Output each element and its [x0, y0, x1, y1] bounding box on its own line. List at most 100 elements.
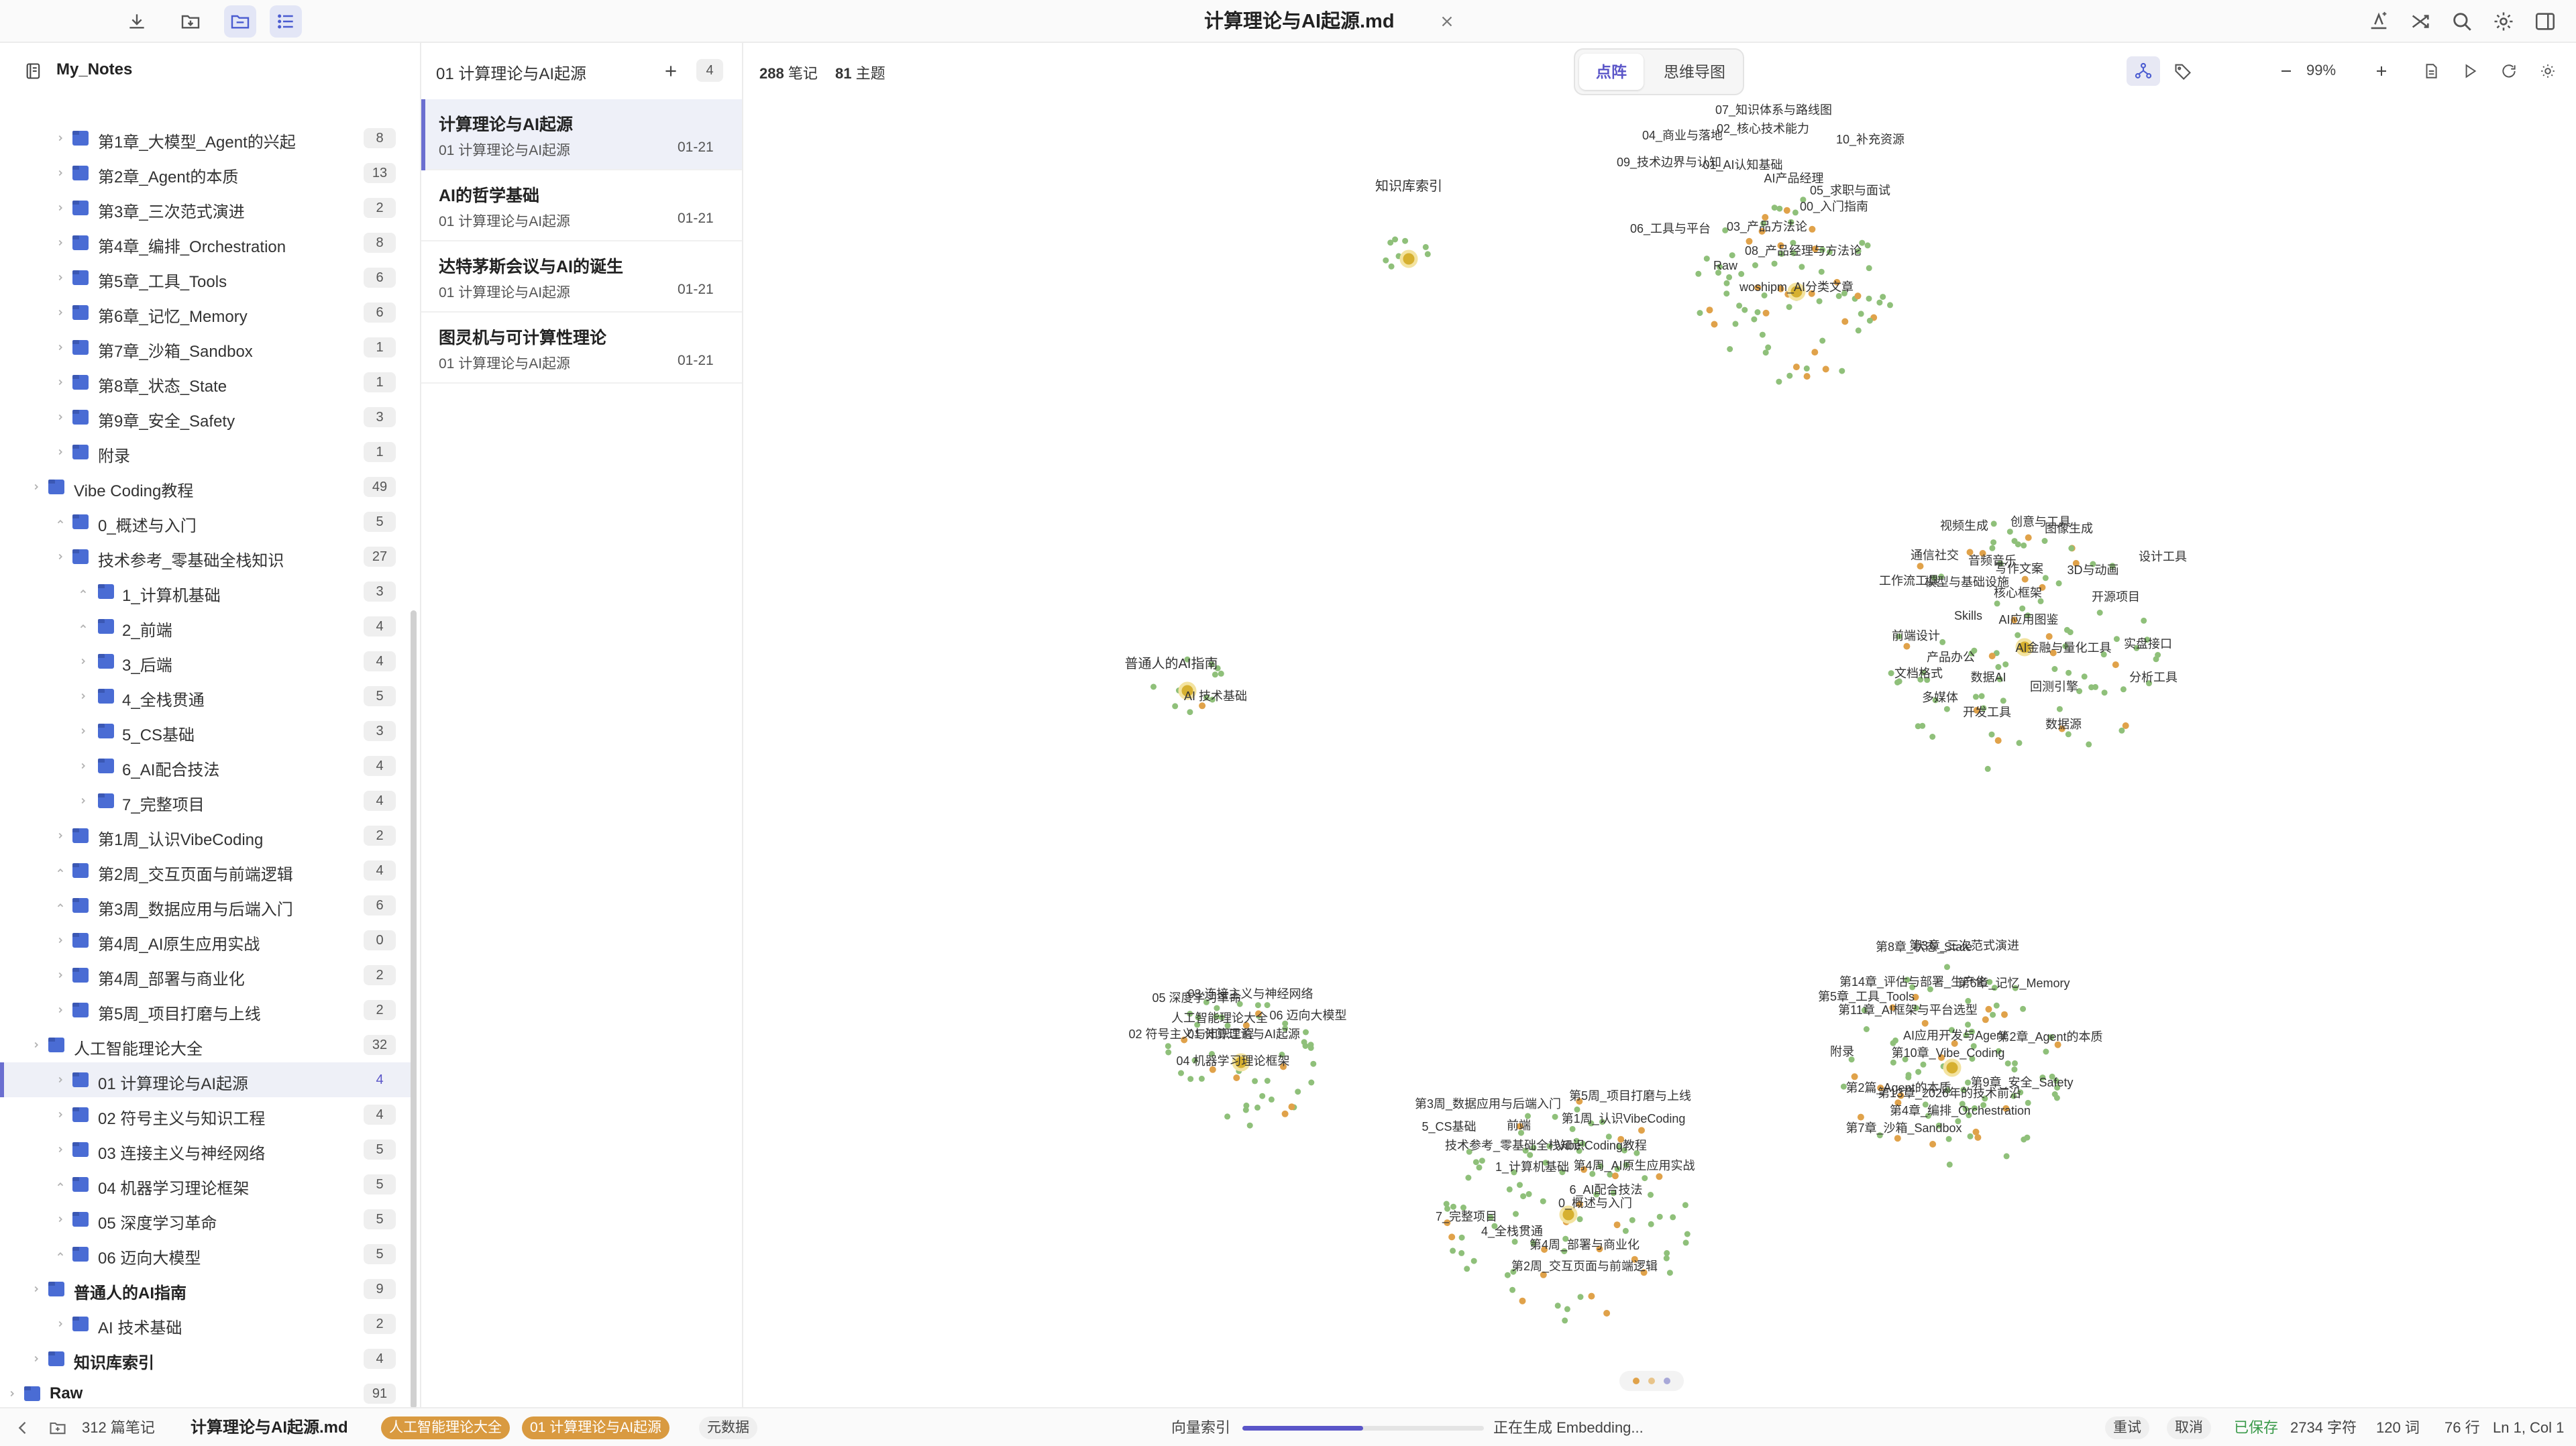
- sidebar-item[interactable]: 附录 1: [0, 435, 412, 469]
- graph-cluster[interactable]: 普通人的AI指南 AI 技术基础: [1125, 656, 1247, 716]
- search-icon[interactable]: [2446, 5, 2478, 38]
- graph-node[interactable]: [1994, 737, 2002, 744]
- graph-node[interactable]: [1946, 1161, 1953, 1168]
- zoom-in-button[interactable]: [2367, 56, 2396, 86]
- graph-node[interactable]: [1622, 1227, 1629, 1234]
- sidebar-item[interactable]: 2_前端 4: [0, 609, 412, 644]
- graph-node[interactable]: [1509, 1286, 1516, 1293]
- sidebar-item[interactable]: 5_CS基础 3: [0, 714, 412, 748]
- graph-node[interactable]: [1554, 1302, 1561, 1309]
- graph-node[interactable]: [1172, 703, 1179, 710]
- graph-node[interactable]: [1506, 1186, 1513, 1192]
- graph-node[interactable]: [1611, 1172, 1619, 1180]
- sidebar-item[interactable]: 第1章_大模型_Agent的兴起 8: [0, 121, 412, 156]
- sidebar-item[interactable]: 01 计算理论与AI起源 4: [0, 1062, 412, 1097]
- graph-node[interactable]: [1965, 1021, 1971, 1028]
- graph-node[interactable]: [1656, 1213, 1663, 1220]
- graph-node[interactable]: [1448, 1233, 1456, 1241]
- chevron-right-icon[interactable]: [54, 295, 67, 330]
- graph-node[interactable]: [1990, 520, 1997, 527]
- graph-node[interactable]: [2025, 534, 2032, 541]
- graph-cluster[interactable]: 视频生成 创意与工具图像生成通信社交 音频音乐 设计工具写作文案 3D与动画工作流工具模…: [1879, 515, 2187, 772]
- graph-node[interactable]: [1917, 563, 1924, 570]
- graph-node[interactable]: [2118, 727, 2125, 734]
- graph-node[interactable]: [1264, 1078, 1271, 1084]
- sidebar-item[interactable]: 第3章_三次范式演进 2: [0, 190, 412, 225]
- graph-node[interactable]: [2086, 741, 2092, 748]
- tab-dot-matrix[interactable]: 点阵: [1579, 54, 1644, 90]
- graph-node[interactable]: [2015, 541, 2021, 548]
- graph-node[interactable]: [1920, 1061, 1927, 1068]
- sidebar-item[interactable]: 第4章_编排_Orchestration 8: [0, 225, 412, 260]
- graph-node[interactable]: [1178, 1070, 1184, 1076]
- graph-node[interactable]: [1422, 243, 1429, 250]
- chevron-right-icon[interactable]: [30, 1027, 43, 1062]
- graph-node[interactable]: [1723, 280, 1730, 286]
- chevron-up-icon[interactable]: [54, 888, 67, 923]
- graph-node[interactable]: [1864, 242, 1871, 249]
- graph-node[interactable]: [1684, 1231, 1690, 1237]
- graph-node[interactable]: [1695, 270, 1702, 277]
- graph-node[interactable]: [1402, 237, 1409, 244]
- graph-node[interactable]: [1786, 304, 1792, 311]
- chevron-right-icon[interactable]: [54, 190, 67, 225]
- chevron-right-icon[interactable]: [54, 365, 67, 400]
- graph-node[interactable]: [1816, 298, 1823, 304]
- metadata-button[interactable]: 元数据: [699, 1416, 757, 1439]
- graph-node[interactable]: [2004, 1060, 2011, 1067]
- graph-node[interactable]: [1752, 262, 1758, 268]
- graph-node[interactable]: [2015, 632, 2021, 638]
- sidebar-item[interactable]: 05 深度学习革命 5: [0, 1202, 412, 1237]
- graph-node[interactable]: [1994, 600, 2000, 607]
- graph-node[interactable]: [1921, 1019, 1929, 1027]
- graph-node[interactable]: [1989, 545, 1996, 551]
- chevron-right-icon[interactable]: [30, 469, 43, 504]
- graph-node[interactable]: [2019, 605, 2026, 612]
- chevron-right-icon[interactable]: [76, 714, 90, 748]
- graph-node[interactable]: [1988, 653, 1996, 660]
- graph-node[interactable]: [1479, 1158, 1485, 1164]
- breadcrumb-tag[interactable]: 人工智能理论大全: [381, 1416, 510, 1439]
- chevron-up-icon[interactable]: [76, 609, 90, 644]
- graph-node[interactable]: [2068, 545, 2075, 551]
- graph-node[interactable]: [1703, 256, 1710, 262]
- chevron-up-icon[interactable]: [54, 853, 67, 888]
- graph-node[interactable]: [2021, 575, 2029, 583]
- note-card[interactable]: 达特茅斯会议与AI的诞生 01 计算理论与AI起源 01-21: [421, 241, 742, 313]
- graph-node[interactable]: [1799, 264, 1805, 270]
- graph-node[interactable]: [1741, 307, 1748, 313]
- graph-node[interactable]: [1857, 1113, 1864, 1121]
- chevron-left-icon[interactable]: [13, 1419, 32, 1437]
- graph-node[interactable]: [1682, 1202, 1688, 1209]
- graph-node[interactable]: [1383, 257, 1389, 264]
- chevron-right-icon[interactable]: [54, 539, 67, 574]
- graph-node[interactable]: [1562, 1317, 1568, 1324]
- graph-node[interactable]: [1972, 693, 1979, 700]
- graph-node[interactable]: [1939, 638, 1946, 645]
- retry-button[interactable]: 重试: [2105, 1416, 2149, 1439]
- graph-node[interactable]: [2120, 686, 2127, 693]
- upload-icon[interactable]: [2363, 5, 2395, 38]
- graph-node[interactable]: [1759, 331, 1766, 338]
- chevron-up-icon[interactable]: [54, 1167, 67, 1202]
- graph-node[interactable]: [1945, 1135, 1952, 1142]
- chevron-right-icon[interactable]: [54, 993, 67, 1027]
- graph-node[interactable]: [1876, 299, 1883, 306]
- sidebar-item[interactable]: 第2周_交互页面与前端逻辑 4: [0, 853, 412, 888]
- sidebar-item[interactable]: 人工智能理论大全 32: [0, 1027, 412, 1062]
- graph-node[interactable]: [2024, 1134, 2031, 1141]
- graph-node[interactable]: [1894, 679, 1900, 685]
- graph-node[interactable]: [1915, 723, 1921, 730]
- graph-node[interactable]: [2081, 673, 2088, 680]
- chevron-right-icon[interactable]: [76, 679, 90, 714]
- graph-node[interactable]: [1943, 706, 1950, 712]
- sidebar-item[interactable]: 技术参考_零基础全栈知识 27: [0, 539, 412, 574]
- graph-pagination[interactable]: [1619, 1371, 1684, 1391]
- graph-node[interactable]: [1762, 309, 1770, 317]
- graph-cluster[interactable]: 第5周_项目打磨与上线第3周_数据应用与后端入门 5_CS基础 前端 第1周_认识Vi…: [1415, 1089, 1695, 1324]
- graph-node[interactable]: [1458, 1249, 1465, 1256]
- graph-node[interactable]: [1613, 1221, 1621, 1229]
- graph-cluster[interactable]: 知识库索引: [1375, 178, 1442, 270]
- graph-node[interactable]: [1246, 1122, 1253, 1129]
- graph-node[interactable]: [1754, 309, 1761, 315]
